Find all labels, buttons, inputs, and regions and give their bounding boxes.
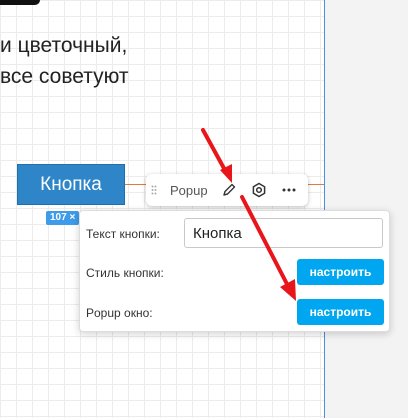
arrow-to-edit-icon xyxy=(201,128,232,183)
arrow-to-popup-configure xyxy=(240,195,296,301)
arrow-annotations xyxy=(201,128,296,301)
